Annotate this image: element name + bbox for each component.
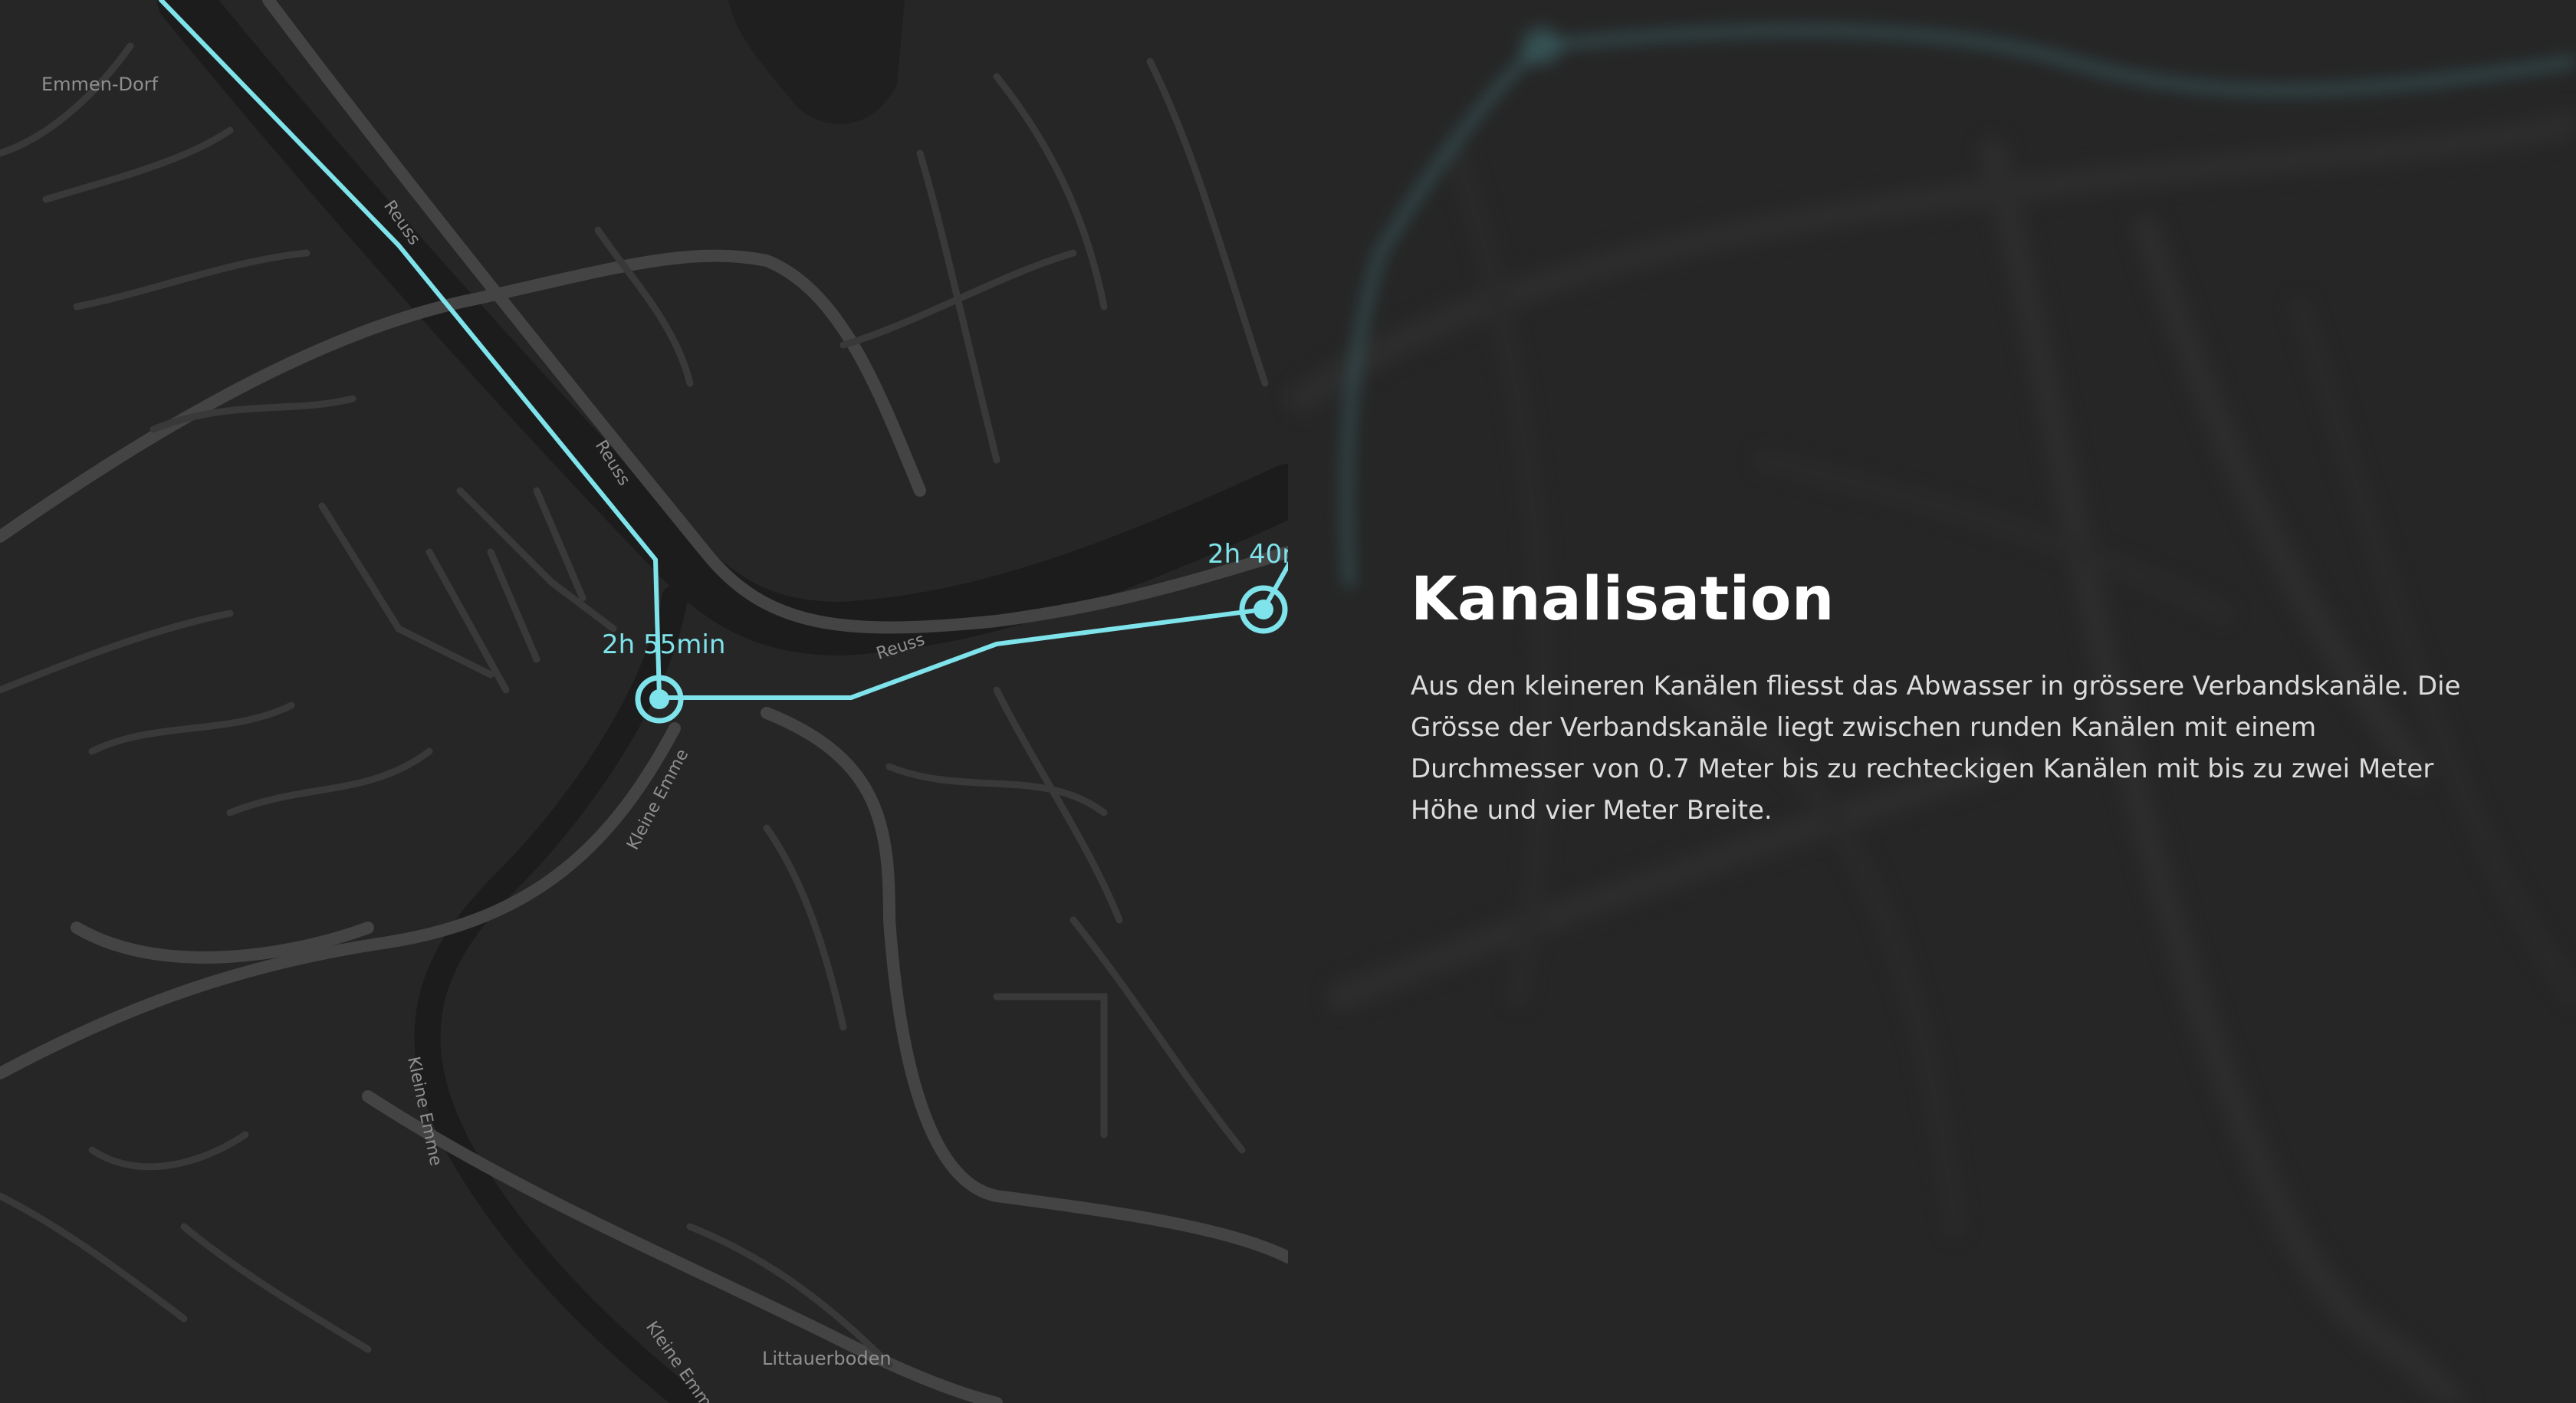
app-viewport: Emmen-Dorf Littauerboden Reuss Reuss Reu…	[0, 0, 2576, 1403]
place-label-littauerboden: Littauerboden	[762, 1348, 892, 1369]
route-label-1: 2h 55min	[602, 629, 725, 660]
place-label-emmen-dorf: Emmen-Dorf	[41, 74, 159, 95]
story-body: Aus den kleineren Kanälen fliesst das Ab…	[1411, 670, 2461, 826]
story-title: Kanalisation	[1411, 565, 1835, 634]
story-panel: Kanalisation Aus den kleineren Kanälen f…	[1411, 567, 2469, 831]
